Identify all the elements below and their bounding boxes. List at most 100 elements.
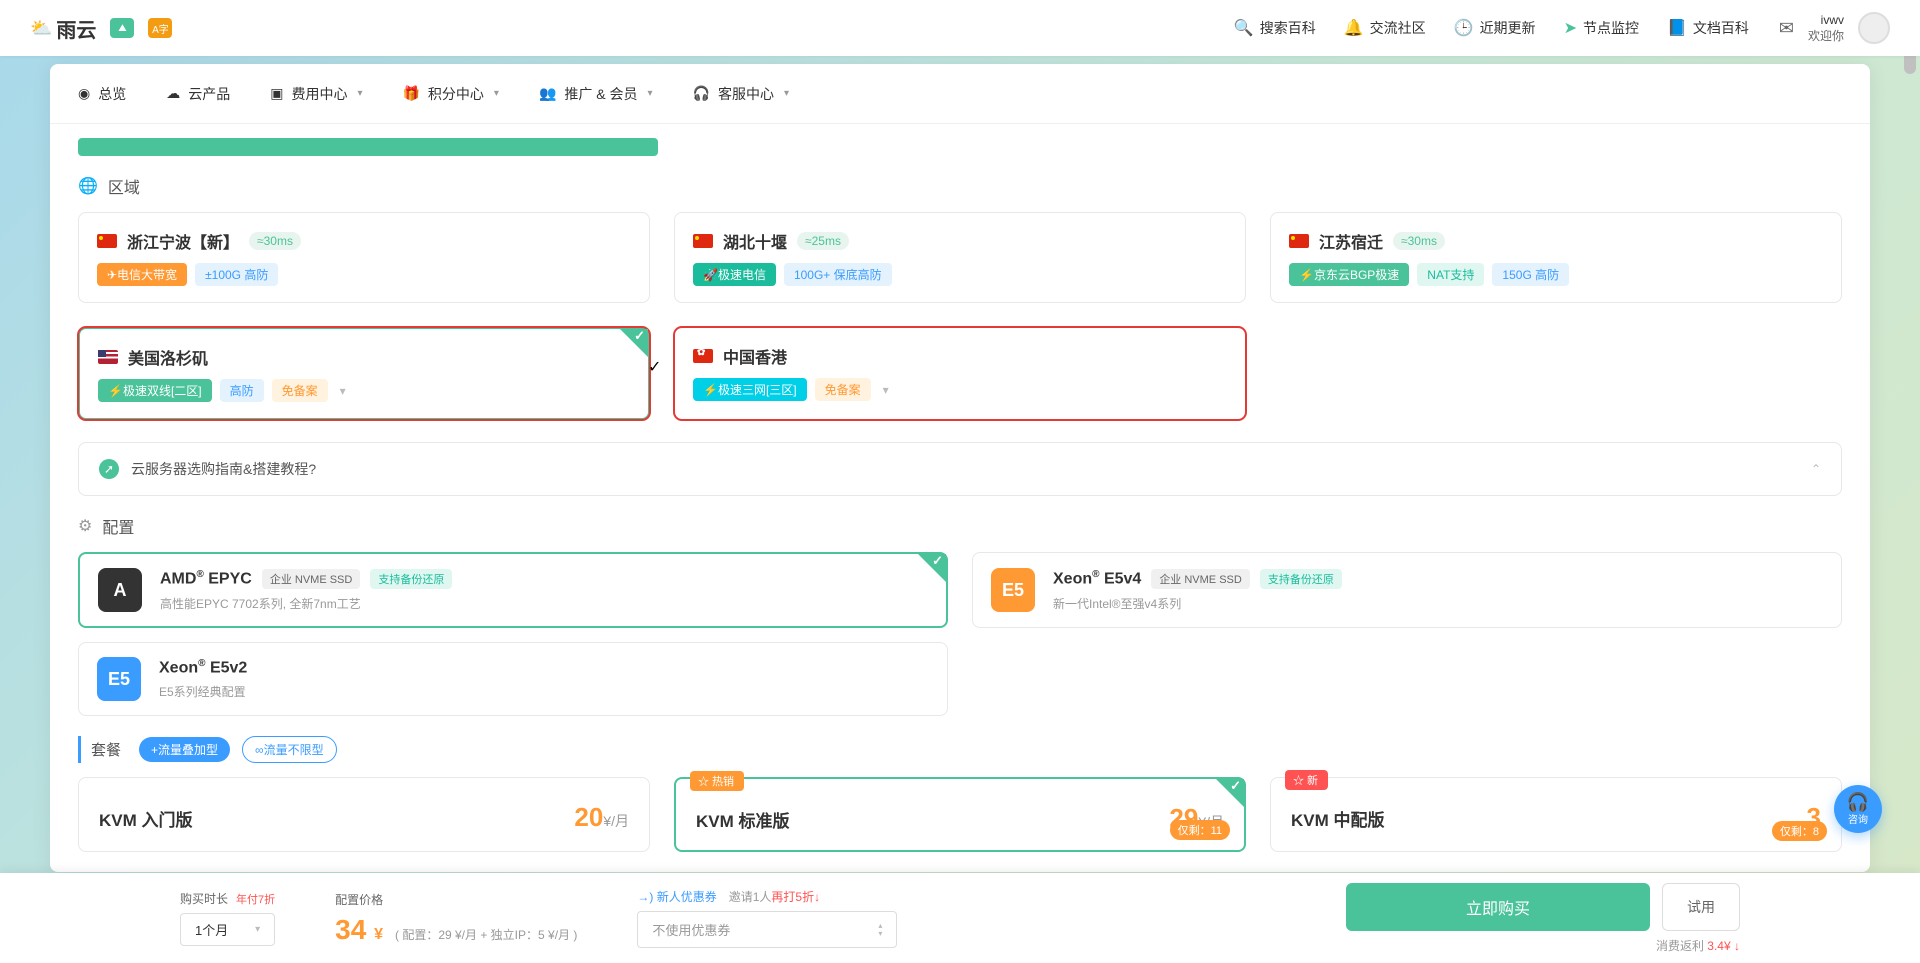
chevron-up-icon: ⌃: [1811, 462, 1821, 476]
header-nav: 🔍搜索百科 🔔交流社区 🕒近期更新 ➤节点监控 📘文档百科: [1234, 18, 1749, 38]
region-card-ningbo[interactable]: 浙江宁波【新】≈30ms ✈电信大带宽±100G 高防: [78, 212, 650, 303]
buy-now-button[interactable]: 立即购买: [1346, 883, 1650, 931]
pkg-card-standard[interactable]: ☆ 热销 KVM 标准版29¥/月 仅剩：11: [674, 777, 1246, 852]
subnav-support[interactable]: 🎧客服中心▾: [693, 84, 789, 104]
chevron-down-icon[interactable]: ▾: [340, 384, 346, 398]
chevron-down-icon: ▾: [494, 88, 499, 99]
chevron-down-icon: ▾: [878, 930, 882, 938]
subnav-overview[interactable]: ◉总览: [78, 84, 126, 104]
subnav-referral[interactable]: 👥推广 & 会员▾: [539, 84, 653, 104]
section-config-title: ⚙ 配置: [50, 496, 1870, 552]
user-area: ✉ ivwv 欢迎你: [1779, 12, 1890, 44]
cloud-icon: ⛅: [30, 18, 52, 39]
floating-support-button[interactable]: 🎧 咨询: [1834, 785, 1882, 833]
chevron-down-icon: ▾: [784, 88, 789, 99]
region-card-shiyan[interactable]: 湖北十堰≈25ms 🚀极速电信100G+ 保底高防: [674, 212, 1246, 303]
pkg-tab-addon[interactable]: +流量叠加型: [139, 737, 230, 762]
region-card-losangeles[interactable]: 美国洛杉矶 ⚡极速双线[二区]高防免备案▾: [78, 327, 650, 420]
cpu-badge: E5: [97, 657, 141, 701]
chevron-down-icon: ▾: [255, 924, 260, 935]
sub-nav: ◉总览 ☁云产品 ▣费用中心▾ 🎁积分中心▾ 👥推广 & 会员▾ 🎧客服中心▾: [50, 64, 1870, 124]
pkg-tabs: 套餐 +流量叠加型 ∞流量不限型: [78, 736, 1842, 763]
headset-icon: 🎧: [693, 85, 710, 102]
flag-us-icon: [98, 350, 118, 364]
cloud-icon: ☁: [166, 85, 180, 102]
cpu-badge: E5: [991, 568, 1035, 612]
billing-icon: ▣: [270, 85, 283, 102]
cpu-badge: A: [98, 568, 142, 612]
price-breakdown: ( 配置：29 ¥/月 + 独立IP：5 ¥/月 ): [395, 926, 577, 943]
hot-badge: ☆ 热销: [690, 771, 744, 791]
chip-icon: ⚙: [78, 516, 92, 536]
flag-cn-icon: [97, 234, 117, 248]
globe-icon: 🌐: [78, 176, 98, 196]
nav-community[interactable]: 🔔交流社区: [1344, 18, 1426, 38]
config-card-xeon-e5v4[interactable]: E5 Xeon® E5v4企业 NVME SSD支持备份还原 新一代Intel®…: [972, 552, 1842, 628]
search-icon: 🔍: [1234, 18, 1254, 38]
logo-area[interactable]: ⛅ 雨云 ⛰ A字: [30, 14, 172, 43]
logo-text: 雨云: [56, 14, 96, 43]
top-header: ⛅ 雨云 ⛰ A字 🔍搜索百科 🔔交流社区 🕒近期更新 ➤节点监控 📘文档百科 …: [0, 0, 1920, 56]
newcomer-coupon-link[interactable]: →) 新人优惠券: [637, 888, 716, 905]
trial-button[interactable]: 试用: [1662, 883, 1740, 931]
avatar[interactable]: [1858, 12, 1890, 44]
bell-icon: 🔔: [1344, 18, 1364, 38]
region-card-suqian[interactable]: 江苏宿迁≈30ms ⚡京东云BGP极速NAT支持150G 高防: [1270, 212, 1842, 303]
users-icon: 👥: [539, 85, 556, 102]
rebate-info: 消费返利 3.4¥ ↓: [1656, 937, 1740, 954]
send-icon: ➤: [1564, 18, 1577, 38]
pkg-card-starter[interactable]: KVM 入门版20¥/月: [78, 777, 650, 852]
compass-icon: ➚: [99, 459, 119, 479]
chevron-down-icon: ▾: [357, 88, 362, 99]
pkg-grid: KVM 入门版20¥/月 ☆ 热销 KVM 标准版29¥/月 仅剩：11 ☆ 新…: [78, 777, 1842, 852]
subnav-points[interactable]: 🎁积分中心▾: [402, 84, 498, 104]
clock-icon: 🕒: [1454, 18, 1474, 38]
subnav-billing[interactable]: ▣费用中心▾: [270, 84, 362, 104]
logo: ⛅ 雨云: [30, 14, 96, 43]
pkg-tab-unlimited[interactable]: ∞流量不限型: [242, 736, 337, 763]
config-grid: A AMD® EPYC企业 NVME SSD支持备份还原 高性能EPYC 770…: [50, 552, 1870, 628]
section-region-title: 🌐 区域: [50, 156, 1870, 212]
nav-monitor[interactable]: ➤节点监控: [1564, 18, 1639, 38]
coupon-group: →) 新人优惠券 邀请1人再打5折↓ 不使用优惠券▴▾: [637, 888, 1286, 948]
logo-badge-1: ⛰: [110, 18, 134, 38]
region-grid: 浙江宁波【新】≈30ms ✈电信大带宽±100G 高防 湖北十堰≈25ms 🚀极…: [50, 212, 1870, 420]
coupon-select[interactable]: 不使用优惠券▴▾: [637, 911, 897, 948]
bottom-purchase-bar: 购买时长年付7折 1个月▾ 配置价格 34 ¥ ( 配置：29 ¥/月 + 独立…: [0, 873, 1920, 963]
stock-badge: 仅剩：8: [1772, 821, 1827, 841]
price-group: 配置价格 34 ¥ ( 配置：29 ¥/月 + 独立IP：5 ¥/月 ): [335, 891, 577, 946]
total-price: 34 ¥: [335, 914, 383, 946]
stock-badge: 仅剩：11: [1170, 820, 1230, 840]
config-card-xeon-e5v2[interactable]: E5 Xeon® E5v2 E5系列经典配置: [78, 642, 948, 716]
guide-link[interactable]: ➚云服务器选购指南&搭建教程? ⌃: [78, 442, 1842, 496]
progress-bar: [78, 138, 658, 156]
logo-badge-2: A字: [148, 18, 172, 38]
user-greeting: 欢迎你: [1808, 27, 1844, 44]
package-section: 套餐 +流量叠加型 ∞流量不限型 KVM 入门版20¥/月 ☆ 热销 KVM 标…: [50, 736, 1870, 852]
duration-select[interactable]: 1个月▾: [180, 913, 275, 946]
nav-search[interactable]: 🔍搜索百科: [1234, 18, 1316, 38]
config-grid-row2: E5 Xeon® E5v2 E5系列经典配置: [50, 628, 1870, 716]
new-badge: ☆ 新: [1285, 770, 1328, 790]
chevron-down-icon[interactable]: ▾: [883, 383, 889, 397]
book-icon: 📘: [1667, 18, 1687, 38]
main-content: ◉总览 ☁云产品 ▣费用中心▾ 🎁积分中心▾ 👥推广 & 会员▾ 🎧客服中心▾ …: [50, 64, 1870, 872]
flag-cn-icon: [1289, 234, 1309, 248]
overview-icon: ◉: [78, 85, 90, 102]
user-info[interactable]: ivwv 欢迎你: [1808, 13, 1844, 44]
nav-updates[interactable]: 🕒近期更新: [1454, 18, 1536, 38]
flag-cn-icon: [693, 234, 713, 248]
duration-group: 购买时长年付7折 1个月▾: [180, 890, 275, 946]
mail-icon[interactable]: ✉: [1779, 18, 1794, 39]
nav-docs[interactable]: 📘文档百科: [1667, 18, 1749, 38]
chevron-down-icon: ▾: [648, 88, 653, 99]
headset-icon: 🎧: [1847, 793, 1869, 811]
pkg-card-medium[interactable]: ☆ 新 KVM 中配版3 仅剩：8: [1270, 777, 1842, 852]
subnav-products[interactable]: ☁云产品: [166, 84, 230, 104]
region-card-hongkong[interactable]: 中国香港 ⚡极速三网[三区]免备案▾: [674, 327, 1246, 420]
flag-hk-icon: [693, 349, 713, 363]
user-name: ivwv: [1808, 13, 1844, 27]
action-buttons: 立即购买 试用 消费返利 3.4¥ ↓: [1346, 883, 1740, 954]
config-card-amd-epyc[interactable]: A AMD® EPYC企业 NVME SSD支持备份还原 高性能EPYC 770…: [78, 552, 948, 628]
gift-icon: 🎁: [402, 85, 419, 102]
